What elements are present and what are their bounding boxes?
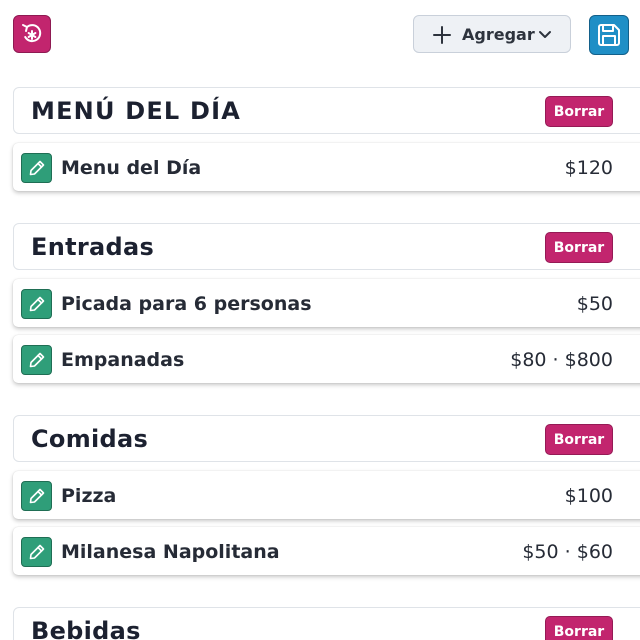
delete-category-button[interactable]: Borrar [545,232,613,263]
item-price: $50 [576,293,613,315]
item-price: $50 · $60 [522,541,613,563]
edit-item-button[interactable] [21,537,52,567]
plus-icon [433,26,451,44]
pencil-icon [29,488,44,504]
edit-item-button[interactable] [21,153,52,183]
category-title: Comidas [31,425,149,453]
category-title: Bebidas [31,617,141,640]
item-name: Pizza [61,485,117,507]
delete-category-button[interactable]: Borrar [545,96,613,127]
edit-item-button[interactable] [21,289,52,319]
save-icon [598,24,620,46]
reset-button[interactable] [13,15,51,53]
menu-editor-page: Agregar MENÚ DEL DÍA Borrar Menu del Día… [0,0,640,640]
item-name: Milanesa Napolitana [61,541,280,563]
edit-item-button[interactable] [21,345,52,375]
edit-item-button[interactable] [21,481,52,511]
pencil-icon [29,352,44,368]
category-header-bebidas: Bebidas Borrar [13,607,640,640]
delete-category-button[interactable]: Borrar [545,616,613,640]
delete-category-button[interactable]: Borrar [545,424,613,455]
item-price: $80 · $800 [510,349,613,371]
category-header-entradas: Entradas Borrar [13,223,640,270]
chevron-down-icon [539,31,551,38]
reset-asterisk-icon [22,24,42,43]
menu-item-row[interactable]: Picada para 6 personas $50 [13,279,640,327]
item-name: Empanadas [61,349,185,371]
item-price: $100 [564,485,613,507]
menu-item-row[interactable]: Menu del Día $120 [13,143,640,191]
add-button-label: Agregar [462,25,535,44]
toolbar: Agregar [0,0,640,72]
pencil-icon [29,160,44,176]
item-name: Menu del Día [61,157,202,179]
save-button[interactable] [589,15,629,55]
category-title: MENÚ DEL DÍA [31,97,241,125]
add-dropdown-button[interactable]: Agregar [413,15,571,53]
pencil-icon [29,296,44,312]
category-header-comidas: Comidas Borrar [13,415,640,462]
category-title: Entradas [31,233,155,261]
menu-item-row[interactable]: Milanesa Napolitana $50 · $60 [13,527,640,575]
item-price: $120 [564,157,613,179]
pencil-icon [29,544,44,560]
item-name: Picada para 6 personas [61,293,312,315]
category-header-menu-del-dia: MENÚ DEL DÍA Borrar [13,87,640,134]
menu-item-row[interactable]: Pizza $100 [13,471,640,519]
menu-item-row[interactable]: Empanadas $80 · $800 [13,335,640,383]
